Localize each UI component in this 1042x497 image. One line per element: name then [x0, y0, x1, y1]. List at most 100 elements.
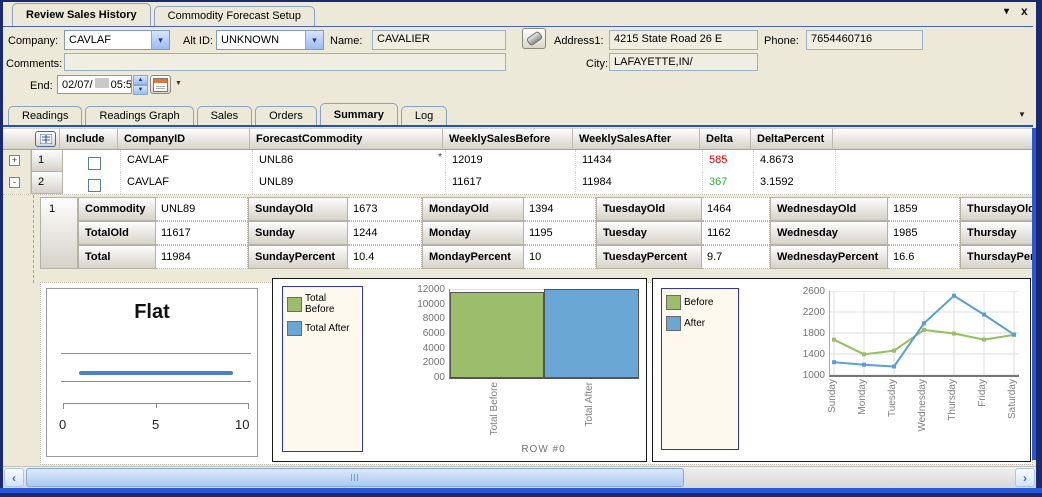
line-plot-area [829, 291, 1019, 377]
tab-log[interactable]: Log [401, 106, 447, 126]
chevron-down-icon[interactable]: ▾ [305, 31, 323, 49]
end-datetime-field[interactable]: 02/07/05:59 [57, 75, 132, 94]
calendar-button[interactable] [150, 75, 171, 94]
cell-deltapercent[interactable]: 4.8673 [754, 150, 836, 172]
clear-button[interactable] [522, 28, 546, 49]
column-header-delta[interactable]: Delta [700, 128, 751, 150]
cell-weeklysalesafter[interactable]: 11434 [576, 150, 703, 172]
tab-readings-graph[interactable]: Readings Graph [85, 106, 193, 126]
company-value: CAVLAF [65, 34, 151, 46]
company-combobox[interactable]: CAVLAF ▾ [64, 30, 170, 50]
detail-value[interactable]: 1673 [348, 197, 422, 221]
column-header-weeklysalesafter[interactable]: WeeklySalesAfter [573, 128, 700, 150]
legend-swatch-green [666, 295, 681, 310]
city-field[interactable]: LAFAYETTE,IN/ [609, 53, 758, 71]
cell-forecastcommodity[interactable]: UNL89 [253, 172, 446, 194]
tab-commodity-forecast-setup[interactable]: Commodity Forecast Setup [154, 6, 315, 26]
include-checkbox[interactable] [88, 179, 101, 192]
address1-field[interactable]: 4215 State Road 26 E [609, 30, 758, 50]
detail-row: TotalOld 11617 Sunday 1244 Monday 1195 T… [78, 221, 1033, 245]
detail-value[interactable]: 1195 [524, 221, 596, 245]
detail-value[interactable]: 1464 [702, 197, 770, 221]
detail-label: Monday [422, 221, 524, 245]
detail-value[interactable]: 11617 [156, 221, 248, 245]
cell-companyid[interactable]: CAVLAF [121, 150, 253, 172]
detail-label: Thursday [960, 221, 1033, 245]
window-dropdown-icon[interactable]: ▾ [1004, 6, 1009, 17]
tab-sales[interactable]: Sales [197, 106, 253, 126]
end-datetime-value: 02/07/05:59 [58, 78, 131, 91]
spin-down-icon[interactable]: ▼ [133, 85, 148, 95]
detail-value[interactable]: 1394 [524, 197, 596, 221]
detail-value[interactable]: 11984 [156, 245, 248, 269]
phone-field[interactable]: 7654460716 [806, 30, 923, 50]
row-indicator[interactable]: 2 [31, 172, 63, 194]
line-category-label: Tuesday [887, 379, 898, 417]
detail-label: Tuesday [596, 221, 702, 245]
cell-delta[interactable]: 367 [703, 172, 754, 194]
detail-value[interactable]: 1985 [888, 221, 960, 245]
spin-up-icon[interactable]: ▲ [133, 75, 148, 85]
cell-companyid[interactable]: CAVLAF [121, 172, 253, 194]
alt-id-combobox[interactable]: UNKNOWN ▾ [216, 30, 324, 50]
tab-review-sales-history[interactable]: Review Sales History [12, 3, 151, 26]
detail-value[interactable]: 1859 [888, 197, 960, 221]
redacted-year [95, 78, 109, 88]
column-header-forecastcommodity[interactable]: ForecastCommodity [250, 128, 443, 150]
grid-row-1[interactable]: + 1 CAVLAF UNL86* 12019 11434 585 4.8673 [3, 150, 1033, 173]
grid-row-2[interactable]: - 2 CAVLAF UNL89 11617 11984 367 3.1592 [3, 172, 1033, 195]
line-category-label: Sunday [827, 379, 838, 413]
legend-label: Before [684, 297, 713, 308]
collapse-icon[interactable]: - [9, 177, 20, 188]
column-header-include[interactable]: Include [60, 128, 118, 150]
sparkline-tick-10: 10 [235, 417, 249, 432]
horizontal-scrollbar[interactable]: ‹ › [3, 466, 1036, 488]
scroll-left-icon[interactable]: ‹ [4, 468, 24, 487]
cell-deltapercent[interactable]: 3.1592 [754, 172, 836, 194]
chevron-down-icon[interactable]: ▾ [151, 31, 169, 49]
detail-value[interactable]: 1244 [348, 221, 422, 245]
row-indicator[interactable]: 1 [31, 150, 63, 172]
detail-label: TotalOld [78, 221, 156, 245]
bar-category-label: Total Before [489, 382, 500, 435]
legend-item: Total After [287, 321, 358, 336]
legend-label: Total After [305, 323, 349, 334]
cell-weeklysalesafter[interactable]: 11984 [576, 172, 703, 194]
cell-forecastcommodity[interactable]: UNL86* [253, 150, 446, 172]
line-y-axis-labels: 26002200180014001000 [787, 291, 825, 375]
tab-readings[interactable]: Readings [8, 106, 82, 126]
detail-value[interactable]: 1162 [702, 221, 770, 245]
cell-weeklysalesbefore[interactable]: 11617 [446, 172, 576, 194]
include-checkbox[interactable] [88, 157, 101, 170]
line-category-label: Wednesday [917, 379, 928, 432]
column-header-deltapercent[interactable]: DeltaPercent [751, 128, 833, 150]
calendar-icon [153, 78, 168, 92]
address1-label: Address1: [554, 35, 604, 47]
tabs-overflow-icon[interactable]: ▼ [1018, 110, 1026, 119]
cell-delta[interactable]: 585 [703, 150, 754, 172]
detail-value[interactable]: 10.4 [348, 245, 422, 269]
end-spinner[interactable]: ▲ ▼ [133, 75, 148, 94]
calendar-dropdown-icon[interactable]: ▼ [175, 80, 182, 87]
legend-swatch-blue [287, 321, 302, 336]
tab-orders[interactable]: Orders [255, 106, 317, 126]
field-chooser-button[interactable] [35, 131, 56, 147]
window-close-icon[interactable]: x [1021, 4, 1028, 18]
column-header-companyid[interactable]: CompanyID [118, 128, 250, 150]
sparkline-gridline [61, 381, 251, 382]
cell-marker: * [438, 152, 442, 163]
tab-summary[interactable]: Summary [320, 103, 398, 126]
comments-field[interactable] [64, 53, 506, 71]
name-field[interactable]: CAVALIER [372, 30, 506, 50]
detail-value[interactable]: 9.7 [702, 245, 770, 269]
legend-label: Total Before [305, 293, 358, 315]
detail-row-indicator[interactable]: 1 [40, 197, 78, 269]
detail-value[interactable]: UNL89 [156, 197, 248, 221]
expand-icon[interactable]: + [9, 155, 20, 166]
column-header-weeklysalesbefore[interactable]: WeeklySalesBefore [443, 128, 573, 150]
scroll-right-icon[interactable]: › [1015, 468, 1035, 487]
scrollbar-thumb[interactable] [26, 468, 684, 487]
cell-weeklysalesbefore[interactable]: 12019 [446, 150, 576, 172]
detail-value[interactable]: 10 [524, 245, 596, 269]
detail-value[interactable]: 16.6 [888, 245, 960, 269]
